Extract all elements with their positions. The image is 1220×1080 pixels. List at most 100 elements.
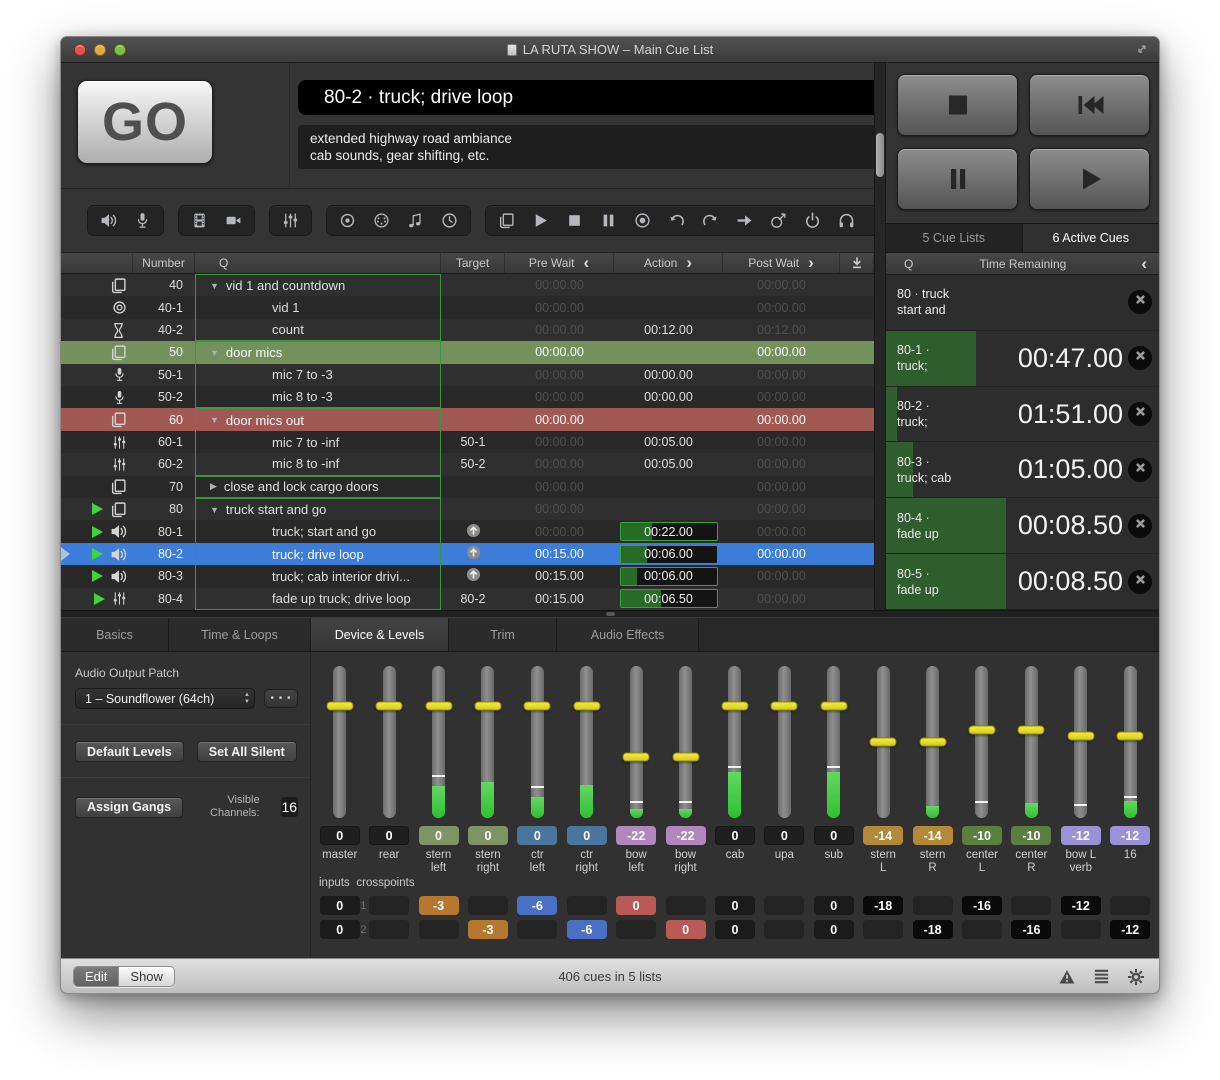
channel-level-value[interactable]: 0 — [419, 826, 459, 845]
return-to-start-button[interactable] — [1029, 74, 1150, 136]
stop-cue-button[interactable] — [1128, 290, 1152, 314]
crosspoint-value[interactable] — [913, 896, 953, 915]
speaker-icon[interactable] — [100, 212, 117, 229]
cue-row[interactable]: 50▼door mics00:00.0000:00.00 — [61, 341, 874, 363]
channel-level-value[interactable]: 0 — [517, 826, 557, 845]
pre-wait-value[interactable]: 00:00.00 — [505, 413, 614, 427]
channel-level-value[interactable]: 0 — [567, 826, 607, 845]
pre-wait-value[interactable]: 00:00.00 — [505, 525, 614, 539]
cue-name-cell[interactable]: mic 7 to -inf — [195, 431, 441, 453]
channel-level-value[interactable]: -12 — [1061, 826, 1101, 845]
cue-row[interactable]: 60-1mic 7 to -inf50-100:00.0000:05.0000:… — [61, 431, 874, 453]
audio-patch-select[interactable]: 1 – Soundflower (64ch) ▲▼ — [75, 688, 255, 709]
pre-wait-value[interactable]: 00:15.00 — [505, 569, 614, 583]
default-levels-button[interactable]: Default Levels — [75, 741, 184, 762]
post-wait-value[interactable]: 00:00.00 — [723, 435, 840, 449]
cue-name-cell[interactable]: ▼vid 1 and countdown — [195, 274, 441, 296]
crosspoint-value[interactable] — [764, 896, 804, 915]
scroll-to-playhead-icon[interactable] — [840, 253, 874, 273]
channel-level-value[interactable]: -10 — [1011, 826, 1051, 845]
fullscreen-icon[interactable] — [1136, 42, 1148, 60]
cue-row[interactable]: 50-1mic 7 to -300:00.0000:00.0000:00.00 — [61, 364, 874, 386]
crosspoint-value[interactable] — [1011, 896, 1051, 915]
active-cue-row[interactable]: 80-5 ·fade up00:08.50 — [886, 554, 1159, 610]
fader-track[interactable] — [333, 666, 346, 818]
undo-icon[interactable] — [668, 212, 685, 229]
crosspoint-value[interactable] — [1061, 920, 1101, 939]
gear-icon[interactable] — [1127, 968, 1145, 986]
fader-knob[interactable] — [425, 701, 452, 710]
fader-knob[interactable] — [968, 725, 995, 734]
crosspoint-value[interactable] — [863, 920, 903, 939]
power-icon[interactable] — [804, 212, 821, 229]
fader-knob[interactable] — [672, 753, 699, 762]
post-wait-value[interactable]: 00:00.00 — [723, 345, 840, 359]
channel-level-value[interactable]: 0 — [468, 826, 508, 845]
crosspoint-value[interactable]: 0 — [715, 896, 755, 915]
title-bar[interactable]: LA RUTA SHOW – Main Cue List — [61, 37, 1159, 63]
edit-mode-button[interactable]: Edit — [74, 967, 119, 986]
assign-gangs-button[interactable]: Assign Gangs — [75, 797, 183, 818]
fader-track[interactable] — [1074, 666, 1087, 818]
pause-button[interactable] — [897, 148, 1018, 210]
crosspoint-value[interactable] — [369, 920, 409, 939]
fader-knob[interactable] — [376, 701, 403, 710]
active-q-column-header[interactable]: Q — [904, 257, 913, 271]
post-wait-value[interactable]: 00:00.00 — [723, 569, 840, 583]
clock-icon[interactable] — [441, 212, 458, 229]
fader-track[interactable] — [975, 666, 988, 818]
tab-cue-lists[interactable]: 5 Cue Lists — [886, 224, 1023, 252]
divider-grip[interactable] — [606, 612, 615, 616]
cue-row[interactable]: 60▼door mics out00:00.0000:00.00 — [61, 408, 874, 430]
active-cue-row[interactable]: 80-4 ·fade up00:08.50 — [886, 498, 1159, 554]
pre-wait-value[interactable]: 00:00.00 — [505, 368, 614, 382]
crosspoint-value[interactable] — [369, 896, 409, 915]
input-level-value[interactable]: 0 — [320, 920, 360, 939]
fader-track[interactable] — [580, 666, 593, 818]
video-camera-icon[interactable] — [225, 212, 242, 229]
cue-row[interactable]: 80-3truck; cab interior drivi...00:15.00… — [61, 565, 874, 587]
cue-row[interactable]: 80-1truck; start and go00:00.0000:22.000… — [61, 520, 874, 542]
post-wait-value[interactable]: 00:00.00 — [723, 278, 840, 292]
pre-wait-value[interactable]: 00:00.00 — [505, 480, 614, 494]
cue-row[interactable]: 40-2count00:00.0000:12.0000:12.00 — [61, 319, 874, 341]
disclosure-open-icon[interactable]: ▼ — [210, 348, 219, 358]
crosspoint-value[interactable] — [1110, 896, 1150, 915]
cue-name-cell[interactable]: mic 8 to -inf — [195, 453, 441, 475]
fader-knob[interactable] — [771, 701, 798, 710]
music-note-icon[interactable] — [407, 212, 424, 229]
list-icon[interactable] — [1093, 968, 1110, 986]
cue-name-cell[interactable]: ▼door mics out — [195, 408, 441, 430]
post-wait-value[interactable]: 00:00.00 — [723, 547, 840, 561]
active-cue-row[interactable]: 80-1 ·truck;00:47.00 — [886, 331, 1159, 387]
disclosure-closed-icon[interactable]: ▶ — [210, 481, 217, 492]
post-wait-value[interactable]: 00:12.00 — [723, 323, 840, 337]
play-icon[interactable] — [532, 212, 549, 229]
tab-trim[interactable]: Trim — [449, 618, 557, 651]
tab-basics[interactable]: Basics — [61, 618, 169, 651]
fader-track[interactable] — [383, 666, 396, 818]
redo-icon[interactable] — [702, 212, 719, 229]
zoom-button[interactable] — [114, 44, 126, 56]
fader-knob[interactable] — [721, 701, 748, 710]
microphone-icon[interactable] — [134, 212, 151, 229]
fader-knob[interactable] — [524, 701, 551, 710]
crosspoint-value[interactable]: -16 — [962, 896, 1002, 915]
action-value[interactable]: 00:12.00 — [614, 323, 723, 337]
fader-track[interactable] — [827, 666, 840, 818]
fader-track[interactable] — [531, 666, 544, 818]
crosspoint-value[interactable] — [468, 896, 508, 915]
crosspoint-value[interactable]: 0 — [616, 896, 656, 915]
number-column-header[interactable]: Number — [133, 253, 195, 273]
panel-divider[interactable] — [874, 63, 886, 610]
midi-icon[interactable] — [373, 212, 390, 229]
close-button[interactable] — [74, 44, 86, 56]
action-value[interactable]: 00:00.00 — [614, 368, 723, 382]
pre-wait-value[interactable]: 00:00.00 — [505, 390, 614, 404]
post-wait-value[interactable]: 00:00.00 — [723, 368, 840, 382]
pre-wait-value[interactable]: 00:00.00 — [505, 301, 614, 315]
cue-row[interactable]: 80-4fade up truck; drive loop80-200:15.0… — [61, 588, 874, 610]
time-remaining-column-header[interactable]: Time Remaining — [913, 257, 1132, 271]
cue-name-cell[interactable]: truck; start and go — [195, 520, 441, 542]
record-icon[interactable] — [634, 212, 651, 229]
